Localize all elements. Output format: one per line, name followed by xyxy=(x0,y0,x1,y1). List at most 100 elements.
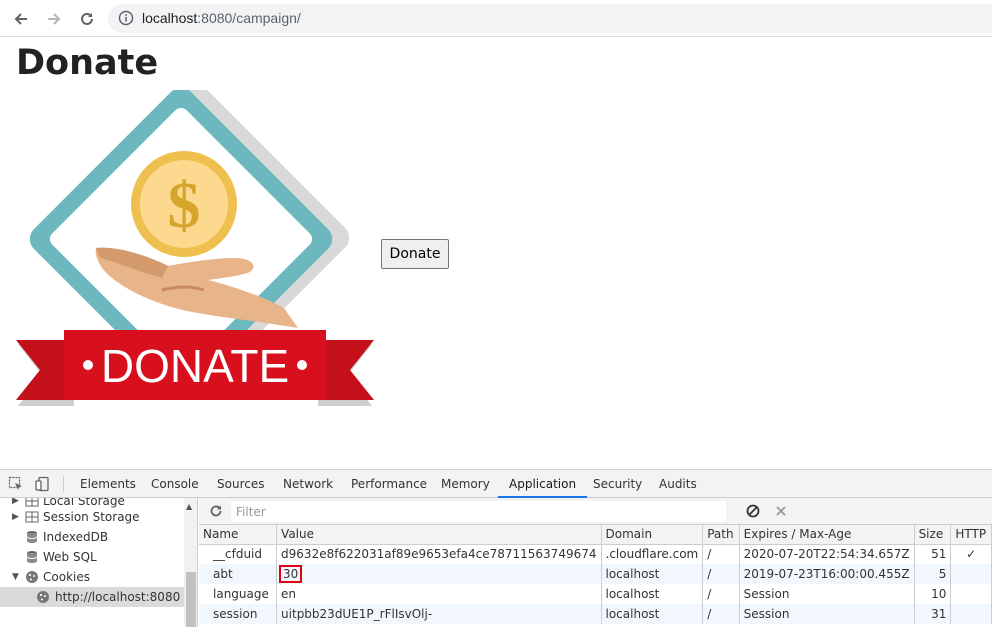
sidebar-item-label: Web SQL xyxy=(43,550,97,564)
url-host: localhost xyxy=(142,10,198,26)
cookie-domain: localhost xyxy=(601,604,704,624)
sidebar-item-localhost-cookies[interactable]: http://localhost:8080 xyxy=(0,587,184,607)
browser-toolbar: localhost:8080/campaign/ xyxy=(0,0,992,37)
cookie-name: __cfduid xyxy=(199,544,278,564)
sidebar-item-label: Cookies xyxy=(43,570,90,584)
table-row[interactable]: __cfduid d9632e8f622031af89e9653efa4ce78… xyxy=(199,544,992,564)
svg-text:$: $ xyxy=(168,169,201,242)
column-header-domain[interactable]: Domain xyxy=(601,525,704,545)
sidebar-item-indexeddb[interactable]: IndexedDB xyxy=(0,527,184,547)
cookie-domain: localhost xyxy=(601,584,704,604)
cookie-value-highlighted[interactable]: 30 xyxy=(279,565,303,583)
application-sidebar: ▶ Local Storage ▶ Session Storage Indexe… xyxy=(0,498,198,627)
tab-security[interactable]: Security xyxy=(593,470,642,498)
column-header-value[interactable]: Value xyxy=(276,525,602,545)
devtools-tab-bar: Elements Console Sources Network Perform… xyxy=(0,470,992,498)
info-icon[interactable] xyxy=(118,10,134,30)
sidebar-scroll-thumb[interactable] xyxy=(186,572,196,627)
donate-button[interactable]: Donate xyxy=(381,239,449,269)
forward-button[interactable] xyxy=(43,8,65,30)
sidebar-item-label: Session Storage xyxy=(43,510,140,524)
refresh-icon[interactable] xyxy=(207,502,225,520)
cookies-toolbar xyxy=(199,498,992,525)
column-header-size[interactable]: Size xyxy=(914,525,952,545)
cookie-http-only: ✓ xyxy=(950,544,992,564)
back-button[interactable] xyxy=(10,8,32,30)
cookie-path: / xyxy=(702,584,740,604)
cookie-path: / xyxy=(702,544,740,564)
address-bar[interactable]: localhost:8080/campaign/ xyxy=(108,4,992,33)
tab-sources[interactable]: Sources xyxy=(217,470,264,498)
device-toolbar-icon[interactable] xyxy=(34,475,52,493)
column-header-path[interactable]: Path xyxy=(702,525,740,545)
cookie-value-cell: 30 xyxy=(276,564,602,584)
cookie-domain: .cloudflare.com xyxy=(601,544,704,564)
sidebar-item-label: http://localhost:8080 xyxy=(55,590,181,604)
inspect-element-icon[interactable] xyxy=(7,475,25,493)
table-row[interactable]: session uitpbb23dUE1P_rFlIsvOlj- localho… xyxy=(199,604,992,624)
table-row[interactable]: language en localhost / Session 10 xyxy=(199,584,992,604)
tab-console[interactable]: Console xyxy=(151,470,199,498)
expand-triangle-icon[interactable]: ▶ xyxy=(12,512,19,522)
cookie-size: 51 xyxy=(914,544,952,564)
cookie-expires: 2020-07-20T22:54:34.657Z xyxy=(739,544,915,564)
url-path: :8080/campaign/ xyxy=(197,10,301,26)
url-text: localhost:8080/campaign/ xyxy=(142,10,301,26)
table-row[interactable]: abt 30 localhost / 2019-07-23T16:00:00.4… xyxy=(199,564,992,584)
sidebar-item-label: IndexedDB xyxy=(43,530,109,544)
forward-arrow-icon xyxy=(48,13,61,25)
database-icon xyxy=(26,531,38,543)
tab-application[interactable]: Application xyxy=(498,470,588,498)
cookie-expires: 2019-07-23T16:00:00.455Z xyxy=(739,564,915,584)
cookies-table: Name Value Domain Path Expires / Max-Age… xyxy=(199,525,992,624)
reload-icon xyxy=(81,12,93,25)
tab-elements[interactable]: Elements xyxy=(80,470,136,498)
cookie-value: en xyxy=(276,584,602,604)
cookie-size: 31 xyxy=(914,604,952,624)
cookie-expires: Session xyxy=(739,584,915,604)
clear-all-icon[interactable] xyxy=(744,502,762,520)
cookie-http-only xyxy=(950,564,992,584)
back-arrow-icon xyxy=(14,13,27,25)
cookie-size: 5 xyxy=(914,564,952,584)
collapse-triangle-icon[interactable]: ▼ xyxy=(12,572,19,582)
sidebar-item-web-sql[interactable]: Web SQL xyxy=(0,547,184,567)
page-title: Donate xyxy=(16,43,159,83)
donate-illustration: $ DONATE xyxy=(16,90,374,406)
cookie-name: session xyxy=(199,604,278,624)
column-header-http[interactable]: HTTP xyxy=(950,525,992,545)
cookie-size: 10 xyxy=(914,584,952,604)
sidebar-item-cookies[interactable]: ▼ Cookies xyxy=(0,567,184,587)
tab-network[interactable]: Network xyxy=(283,470,333,498)
scroll-up-arrow-icon[interactable]: ▲ xyxy=(186,502,192,511)
expand-triangle-icon[interactable]: ▶ xyxy=(12,498,19,506)
cookie-domain: localhost xyxy=(601,564,704,584)
toolbar-divider xyxy=(63,476,64,492)
cookie-expires: Session xyxy=(739,604,915,624)
cookie-name: language xyxy=(199,584,278,604)
database-icon xyxy=(26,551,38,563)
devtools-panel: Elements Console Sources Network Perform… xyxy=(0,469,992,627)
cookie-value: uitpbb23dUE1P_rFlIsvOlj- xyxy=(276,604,602,624)
filter-input[interactable] xyxy=(231,501,726,522)
tab-performance[interactable]: Performance xyxy=(351,470,427,498)
cookie-icon xyxy=(26,571,38,583)
tab-audits[interactable]: Audits xyxy=(659,470,697,498)
storage-grid-icon xyxy=(25,511,39,523)
cookie-http-only xyxy=(950,584,992,604)
sidebar-item-session-storage[interactable]: ▶ Session Storage xyxy=(0,507,184,527)
cookie-name: abt xyxy=(199,564,278,584)
column-header-name[interactable]: Name xyxy=(199,525,278,545)
delete-selected-icon[interactable] xyxy=(772,502,790,520)
reload-button[interactable] xyxy=(76,8,98,30)
table-header-row: Name Value Domain Path Expires / Max-Age… xyxy=(199,525,992,545)
cookie-http-only xyxy=(950,604,992,624)
column-header-expires[interactable]: Expires / Max-Age xyxy=(739,525,915,545)
tab-memory[interactable]: Memory xyxy=(441,470,490,498)
cookie-value: d9632e8f622031af89e9653efa4ce78711563749… xyxy=(276,544,602,564)
cookies-panel: Name Value Domain Path Expires / Max-Age… xyxy=(199,498,992,627)
cookie-icon xyxy=(37,591,49,603)
cookie-path: / xyxy=(702,564,740,584)
cookie-path: / xyxy=(702,604,740,624)
donate-banner-text: DONATE xyxy=(101,340,289,392)
